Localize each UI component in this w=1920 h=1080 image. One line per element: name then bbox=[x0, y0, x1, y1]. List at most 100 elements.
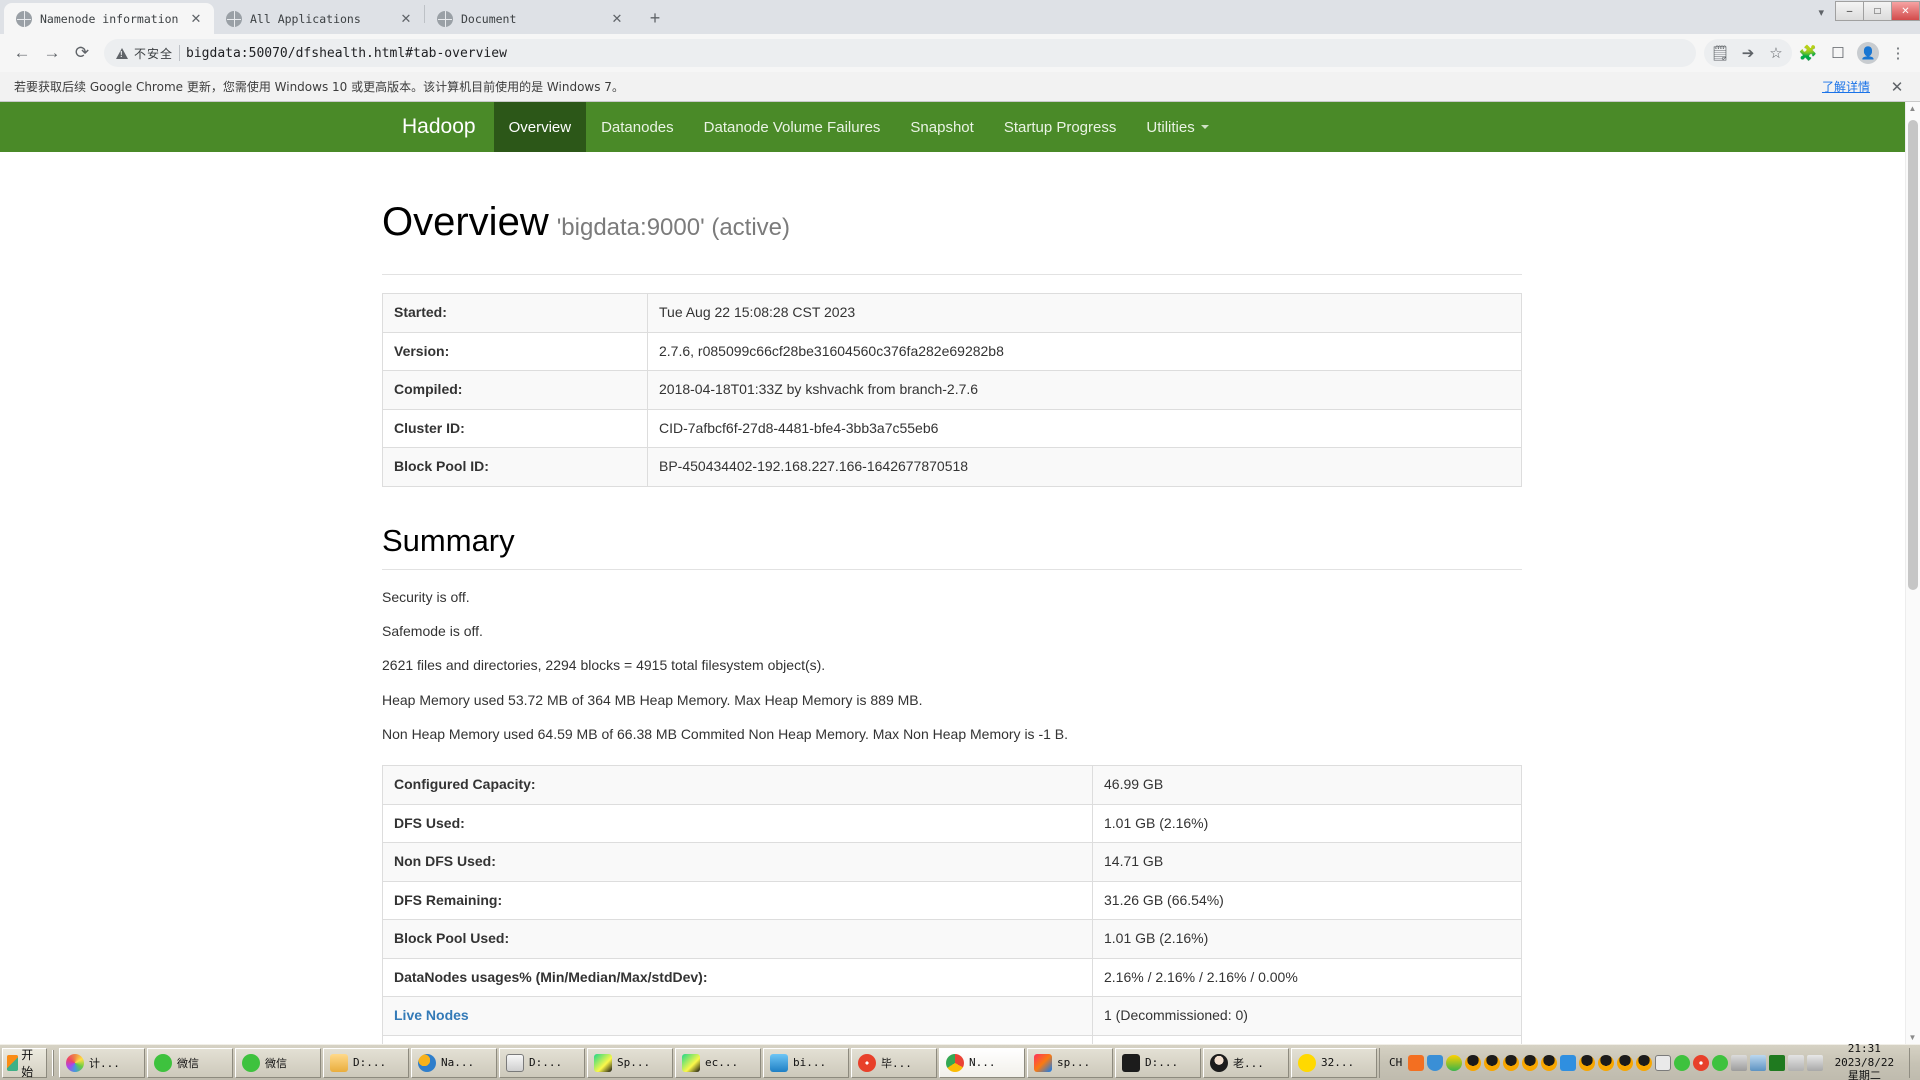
wechat-small-icon[interactable] bbox=[1712, 1054, 1729, 1071]
not-secure-warning-icon[interactable] bbox=[116, 47, 128, 59]
taskbar-item-9[interactable]: 毕... bbox=[851, 1047, 938, 1078]
hadoop-brand[interactable]: Hadoop bbox=[384, 102, 494, 152]
close-icon[interactable]: ✕ bbox=[188, 11, 204, 27]
scroll-down-arrow-icon[interactable]: ▼ bbox=[1907, 1033, 1918, 1042]
learn-more-link[interactable]: 了解详情 bbox=[1822, 78, 1870, 95]
red-swirl-icon[interactable] bbox=[1693, 1054, 1710, 1071]
nav-item-utilities[interactable]: Utilities bbox=[1131, 102, 1223, 152]
close-icon[interactable]: ✕ bbox=[609, 11, 625, 27]
taskbar-item-14[interactable]: 32... bbox=[1291, 1047, 1378, 1078]
nav-item-datanode-volume-failures[interactable]: Datanode Volume Failures bbox=[689, 102, 896, 152]
qq-penguin-icon[interactable] bbox=[1522, 1054, 1539, 1071]
usb-check-icon[interactable] bbox=[1731, 1054, 1748, 1071]
copy-icon[interactable] bbox=[1655, 1054, 1672, 1071]
extensions-puzzle-icon[interactable]: 🧩 bbox=[1794, 39, 1822, 67]
taskbar-item-7[interactable]: ec... bbox=[675, 1047, 762, 1078]
browser-tab-2[interactable]: Document ✕ bbox=[425, 3, 635, 34]
nav-item-datanodes[interactable]: Datanodes bbox=[586, 102, 689, 152]
scrollbar-thumb[interactable] bbox=[1908, 120, 1918, 590]
nav-label: Datanode Volume Failures bbox=[703, 118, 881, 136]
back-icon[interactable]: ← bbox=[8, 39, 36, 67]
summary-line: Security is off. bbox=[382, 588, 470, 605]
close-icon[interactable]: ✕ bbox=[1888, 78, 1906, 96]
row-key-link[interactable]: Live Nodes bbox=[382, 996, 1093, 1037]
row-value: Tue Aug 22 15:08:28 CST 2023 bbox=[647, 293, 1522, 333]
taskbar-item-5[interactable]: D:... bbox=[499, 1047, 586, 1078]
vertical-scrollbar[interactable]: ▲ ▼ bbox=[1905, 102, 1920, 1044]
ime-indicator[interactable]: CH bbox=[1386, 1056, 1405, 1069]
taskbar-item-8[interactable]: bi... bbox=[763, 1047, 850, 1078]
nvidia-icon[interactable] bbox=[1769, 1054, 1786, 1071]
display-icon[interactable] bbox=[1807, 1054, 1824, 1071]
start-button[interactable]: 开始 bbox=[2, 1047, 48, 1079]
close-window-button[interactable]: ✕ bbox=[1891, 1, 1920, 21]
browser-tab-1[interactable]: All Applications ✕ bbox=[214, 3, 424, 34]
capacity-table: Configured Capacity: 46.99 GB DFS Used: … bbox=[382, 764, 1522, 1044]
table-row: Started: Tue Aug 22 15:08:28 CST 2023 bbox=[382, 293, 1522, 333]
shield-icon[interactable] bbox=[1427, 1054, 1444, 1071]
chevron-down-icon[interactable]: ▾ bbox=[1818, 6, 1824, 19]
network-icon[interactable] bbox=[1750, 1054, 1767, 1071]
windows-logo-icon bbox=[7, 1054, 19, 1071]
qq-penguin-icon[interactable] bbox=[1579, 1054, 1596, 1071]
taskbar-item-11[interactable]: sp... bbox=[1027, 1047, 1114, 1078]
profile-avatar-icon[interactable]: 👤 bbox=[1854, 39, 1882, 67]
qq-penguin-icon[interactable] bbox=[1503, 1054, 1520, 1071]
chrome-menu-icon[interactable]: ⋮ bbox=[1884, 39, 1912, 67]
qq-penguin-icon[interactable] bbox=[1465, 1054, 1482, 1071]
taskbar-item-2[interactable]: 微信 bbox=[235, 1047, 322, 1078]
wechat-small-icon[interactable] bbox=[1674, 1054, 1691, 1071]
live-nodes-link[interactable]: Live Nodes bbox=[394, 1007, 469, 1023]
nav-item-startup-progress[interactable]: Startup Progress bbox=[989, 102, 1132, 152]
taskbar-item-label: D:... bbox=[1145, 1056, 1179, 1069]
taskbar-clock[interactable]: 21:31 2023/8/22 星期二 bbox=[1826, 1042, 1902, 1080]
scroll-up-arrow-icon[interactable]: ▲ bbox=[1907, 104, 1918, 113]
address-bar[interactable]: 不安全 bigdata:50070/dfshealth.html#tab-ove… bbox=[104, 39, 1696, 67]
nav-item-snapshot[interactable]: Snapshot bbox=[895, 102, 988, 152]
yellow-green-icon[interactable] bbox=[1446, 1054, 1463, 1071]
close-icon[interactable]: ✕ bbox=[398, 11, 414, 27]
color-wheel-icon bbox=[66, 1053, 85, 1072]
taskbar-item-13[interactable]: 老... bbox=[1203, 1047, 1290, 1078]
summary-line: Heap Memory used 53.72 MB of 364 MB Heap… bbox=[382, 691, 923, 708]
show-desktop-button[interactable] bbox=[1909, 1047, 1918, 1078]
qq-penguin-icon[interactable] bbox=[1598, 1054, 1615, 1071]
taskbar-item-4[interactable]: Na... bbox=[411, 1047, 498, 1078]
table-row: DFS Used: 1.01 GB (2.16%) bbox=[382, 803, 1522, 844]
volume-muted-icon[interactable] bbox=[1788, 1054, 1805, 1071]
tab-title: Document bbox=[461, 11, 517, 26]
hadoop-navbar: Hadoop Overview Datanodes Datanode Volum… bbox=[0, 102, 1920, 152]
sogou-icon[interactable] bbox=[1408, 1054, 1425, 1071]
blue-diamond-icon[interactable] bbox=[1560, 1054, 1577, 1071]
avatar: 👤 bbox=[1857, 42, 1879, 64]
nav-item-overview[interactable]: Overview bbox=[493, 102, 587, 152]
taskbar-item-1[interactable]: 微信 bbox=[147, 1047, 234, 1078]
row-key-link[interactable]: Dead Nodes bbox=[382, 1035, 1093, 1044]
taskbar-item-6[interactable]: Sp... bbox=[587, 1047, 674, 1078]
taskbar-item-12[interactable]: D:... bbox=[1115, 1047, 1202, 1078]
notepad-icon bbox=[506, 1053, 525, 1072]
row-key: DFS Remaining: bbox=[382, 880, 1093, 921]
taskbar-item-3[interactable]: D:... bbox=[323, 1047, 410, 1078]
toolbar-right-icons: 🗒 ➔ ☆ 🧩 ☐ 👤 ⋮ bbox=[1704, 39, 1912, 67]
taskbar-item-10[interactable]: N... bbox=[939, 1047, 1026, 1078]
translate-icon[interactable]: 🗒 bbox=[1706, 39, 1734, 67]
browser-tab-0[interactable]: Namenode information ✕ bbox=[4, 3, 214, 34]
side-panel-icon[interactable]: ☐ bbox=[1824, 39, 1852, 67]
qq-penguin-icon[interactable] bbox=[1484, 1054, 1501, 1071]
system-tray: CH 21:31 2023/8/22 星期二 bbox=[1379, 1042, 1920, 1080]
qq-penguin-icon[interactable] bbox=[1541, 1054, 1558, 1071]
taskbar-item-0[interactable]: 计... bbox=[59, 1047, 146, 1078]
qq-penguin-icon[interactable] bbox=[1636, 1054, 1653, 1071]
share-icon[interactable]: ➔ bbox=[1734, 39, 1762, 67]
nav-label: Utilities bbox=[1146, 118, 1195, 136]
minimize-button[interactable]: – bbox=[1835, 1, 1864, 21]
new-tab-button[interactable]: + bbox=[641, 4, 669, 32]
red-spiral-icon bbox=[858, 1053, 877, 1072]
clock-date: 2023/8/22 星期二 bbox=[1834, 1055, 1895, 1080]
forward-icon[interactable]: → bbox=[38, 39, 66, 67]
reload-icon[interactable]: ⟳ bbox=[68, 39, 96, 67]
maximize-button[interactable]: □ bbox=[1863, 1, 1892, 21]
bookmark-star-icon[interactable]: ☆ bbox=[1762, 39, 1790, 67]
qq-penguin-icon[interactable] bbox=[1617, 1054, 1634, 1071]
